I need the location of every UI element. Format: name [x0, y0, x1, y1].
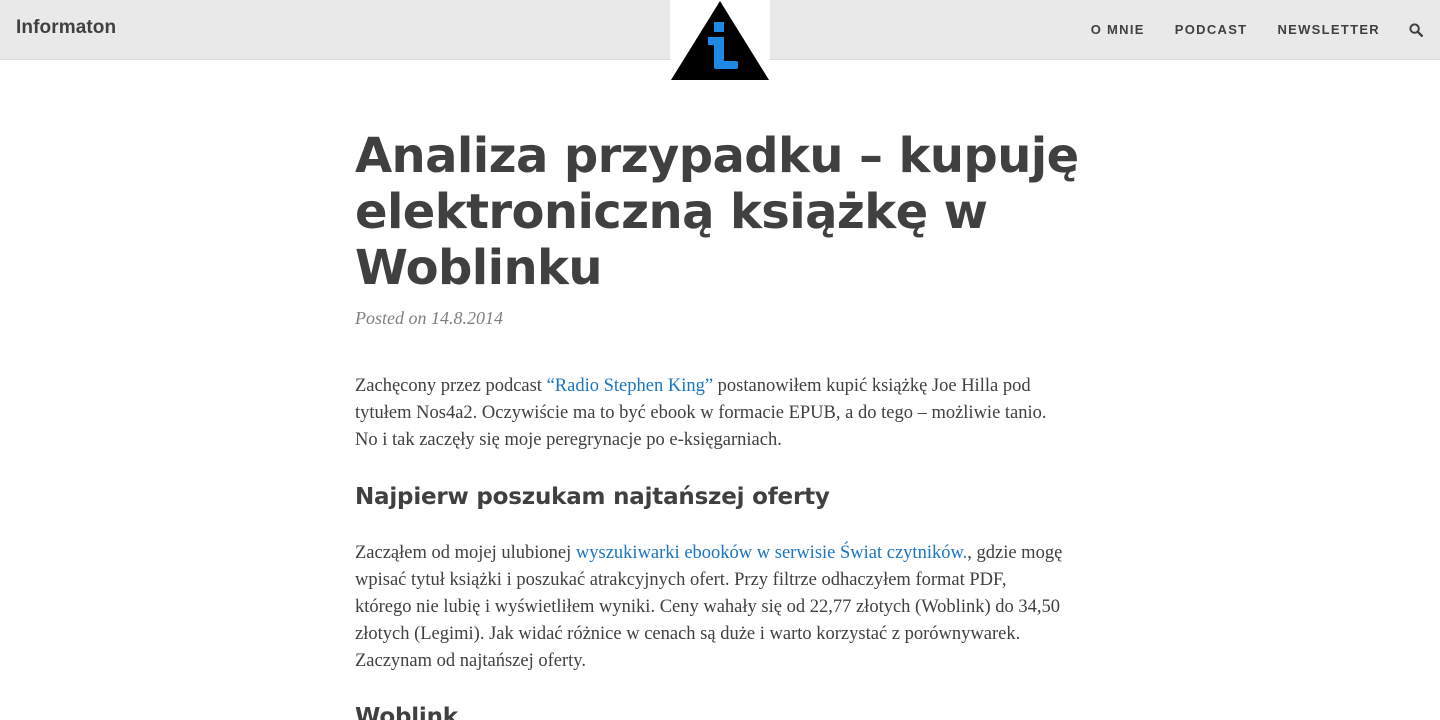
- paragraph-text: Zacząłem od mojej ulubionej: [355, 543, 576, 563]
- info-triangle-logo-icon: [671, 1, 769, 80]
- post-date: Posted on 14.8.2014: [355, 308, 503, 328]
- nav-item-o-mnie[interactable]: O MNIE: [1091, 22, 1145, 37]
- article-paragraph-2: Zacząłem od mojej ulubionej wyszukiwarki…: [355, 540, 1067, 675]
- radio-stephen-king-link[interactable]: “Radio Stephen King”: [547, 376, 713, 396]
- section-heading-woblink: Woblink: [355, 704, 458, 720]
- nav-item-newsletter[interactable]: NEWSLETTER: [1277, 22, 1380, 37]
- site-logo[interactable]: [670, 0, 770, 82]
- search-icon[interactable]: [1409, 22, 1424, 37]
- site-brand-link[interactable]: Informaton: [16, 17, 116, 39]
- article-paragraph-1: Zachęcony przez podcast “Radio Stephen K…: [355, 373, 1067, 454]
- main-nav: O MNIE PODCAST NEWSLETTER: [1091, 0, 1440, 59]
- article: Analiza przypadku – kupuję elektroniczną…: [355, 128, 1085, 720]
- paragraph-text: Zachęcony przez podcast: [355, 376, 547, 396]
- nav-item-podcast[interactable]: PODCAST: [1175, 22, 1248, 37]
- article-title: Analiza przypadku – kupuję elektroniczną…: [355, 128, 1079, 296]
- ebook-search-link[interactable]: wyszukiwarki ebooków w serwisie Świat cz…: [576, 543, 967, 563]
- section-heading-cheapest-offer: Najpierw poszukam najtańszej oferty: [355, 484, 830, 510]
